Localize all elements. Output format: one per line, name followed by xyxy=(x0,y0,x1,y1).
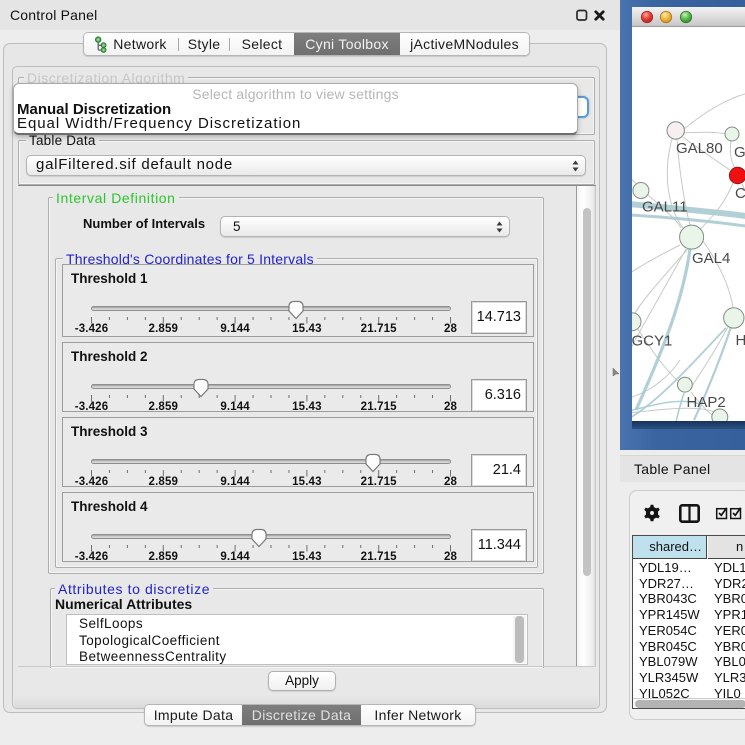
svg-text:GCY1: GCY1 xyxy=(632,333,672,350)
svg-text:GAL4: GAL4 xyxy=(692,250,730,267)
svg-text:GAL11: GAL11 xyxy=(642,199,688,216)
svg-text:GAL: GAL xyxy=(734,144,745,161)
svg-text:H: H xyxy=(736,332,745,349)
svg-text:GAL80: GAL80 xyxy=(676,140,723,157)
svg-text:C: C xyxy=(735,185,745,202)
svg-text:HAP2: HAP2 xyxy=(687,394,726,411)
